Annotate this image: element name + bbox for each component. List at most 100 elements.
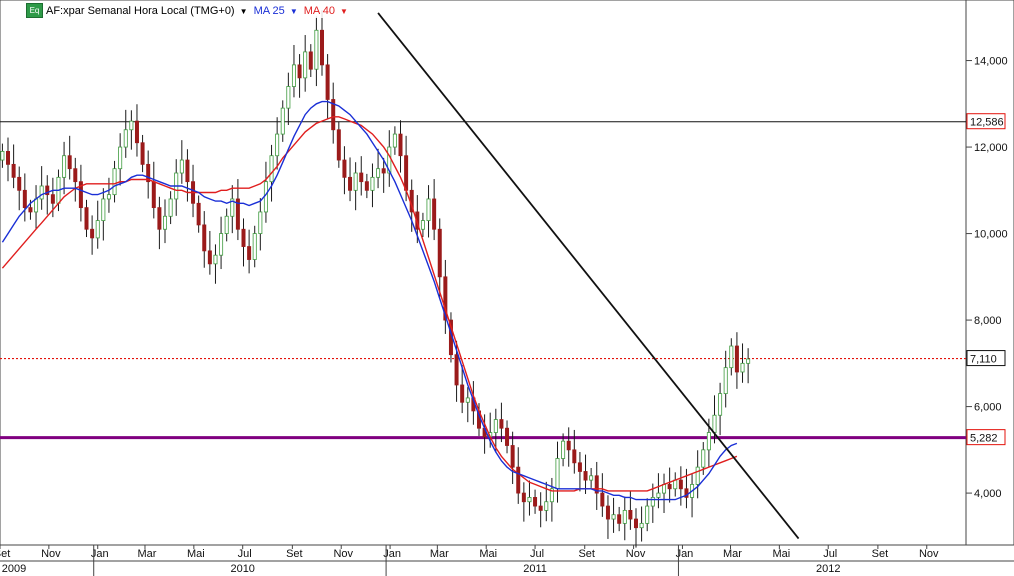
price-chart: 4,000 6,000 8,000 10,000 12,000 14,000 12,586… — [0, 0, 1014, 576]
x-tick-label: Nov — [41, 548, 61, 560]
candle-body — [572, 449, 577, 464]
candle-body — [577, 462, 582, 472]
candle-body — [123, 129, 128, 148]
candle-body — [112, 168, 117, 196]
candle-body — [662, 484, 667, 494]
ma25-legend-item[interactable]: MA 25 ▼ — [254, 5, 298, 17]
x-tick-label: Set — [0, 548, 10, 560]
candle-body — [348, 176, 353, 191]
candle-body — [129, 120, 134, 131]
candle-body — [600, 492, 605, 507]
candle-body — [650, 497, 655, 507]
candle-body — [62, 155, 67, 178]
chevron-down-icon[interactable]: ▼ — [340, 7, 348, 16]
candle-body — [90, 228, 95, 239]
candle-body — [163, 215, 168, 230]
x-tick-label: Nov — [626, 548, 646, 560]
candle-body — [118, 146, 123, 170]
x-year-label: 2009 — [2, 563, 26, 575]
candle-body — [454, 354, 459, 386]
candle-body — [22, 189, 27, 209]
candle-body — [521, 492, 526, 503]
candle-body — [555, 458, 560, 490]
candle-body — [224, 215, 229, 234]
candle-body — [134, 120, 139, 144]
symbol-legend-item[interactable]: AF:xpar Semanal Hora Local (TMG+0) ▼ — [46, 5, 248, 17]
price-tag-label: 7,110 — [970, 354, 997, 366]
candle-body — [381, 168, 386, 174]
candle-body — [544, 501, 549, 511]
candle-body — [325, 64, 330, 100]
candle-body — [740, 362, 745, 373]
candle-body — [605, 505, 610, 520]
candle-body — [39, 185, 44, 200]
candle-body — [28, 207, 33, 213]
candle-body — [370, 176, 375, 191]
candle-body — [359, 172, 364, 183]
candle-body — [617, 514, 622, 524]
candle-body — [151, 181, 156, 209]
candle-body — [695, 466, 700, 485]
candle-body — [258, 211, 263, 234]
candle-body — [678, 479, 683, 490]
candle-body — [185, 159, 190, 183]
candle-body — [17, 176, 22, 191]
candle-body — [723, 367, 728, 395]
candle-body — [67, 155, 72, 170]
candle-body — [611, 514, 616, 520]
x-tick-label: Jul — [823, 548, 837, 560]
candle-body — [718, 393, 723, 416]
candle-body — [196, 202, 201, 226]
candle-body — [353, 172, 358, 191]
candle-body — [376, 168, 381, 178]
candle-body — [207, 250, 212, 265]
candle-body — [398, 133, 403, 157]
candle-body — [493, 419, 498, 433]
candle-body — [404, 155, 409, 191]
candle-body — [538, 505, 543, 511]
candle-body — [432, 198, 437, 230]
candle-body — [336, 129, 341, 161]
chevron-down-icon[interactable]: ▼ — [290, 7, 298, 16]
candle-body — [297, 64, 302, 79]
candle-body — [628, 509, 633, 520]
candle-body — [734, 345, 739, 373]
ma25-legend-label: MA 25 — [253, 4, 285, 17]
candle-body — [275, 133, 280, 157]
candle-body — [656, 492, 661, 498]
y-tick-label: 6,000 — [974, 402, 1002, 414]
x-tick-label: Mar — [138, 548, 157, 560]
candle-body — [6, 150, 11, 165]
x-tick-label: Set — [578, 548, 595, 560]
candle-body — [510, 445, 515, 468]
candle-body — [342, 159, 347, 178]
chart-legend: Eq AF:xpar Semanal Hora Local (TMG+0) ▼ … — [26, 3, 354, 18]
x-tick-label: Mai — [773, 548, 791, 560]
candle-body — [84, 207, 89, 230]
candle-body — [533, 497, 538, 507]
candle-body — [392, 133, 397, 148]
candle-body — [11, 163, 16, 178]
candle-body — [426, 198, 431, 221]
candle-body — [566, 440, 571, 451]
chevron-down-icon[interactable]: ▼ — [240, 7, 248, 16]
chart-background — [0, 0, 1014, 576]
x-tick-label: Mar — [723, 548, 742, 560]
candle-body — [465, 397, 470, 403]
candle-body — [583, 471, 588, 481]
candle-body — [314, 29, 319, 70]
x-year-label: 2010 — [230, 563, 254, 575]
candle-body — [701, 449, 706, 468]
candle-body — [213, 254, 218, 265]
y-tick-label: 4,000 — [974, 488, 1002, 500]
candle-body — [157, 207, 162, 230]
candle-body — [319, 29, 324, 66]
candle-body — [667, 484, 672, 490]
candle-body — [589, 475, 594, 481]
candle-body — [280, 107, 285, 135]
x-tick-label: Jul — [530, 548, 544, 560]
candle-body — [673, 479, 678, 490]
ma40-legend-item[interactable]: MA 40 ▼ — [304, 5, 348, 17]
y-tick-label: 10,000 — [974, 229, 1008, 241]
x-tick-label: Mar — [430, 548, 449, 560]
